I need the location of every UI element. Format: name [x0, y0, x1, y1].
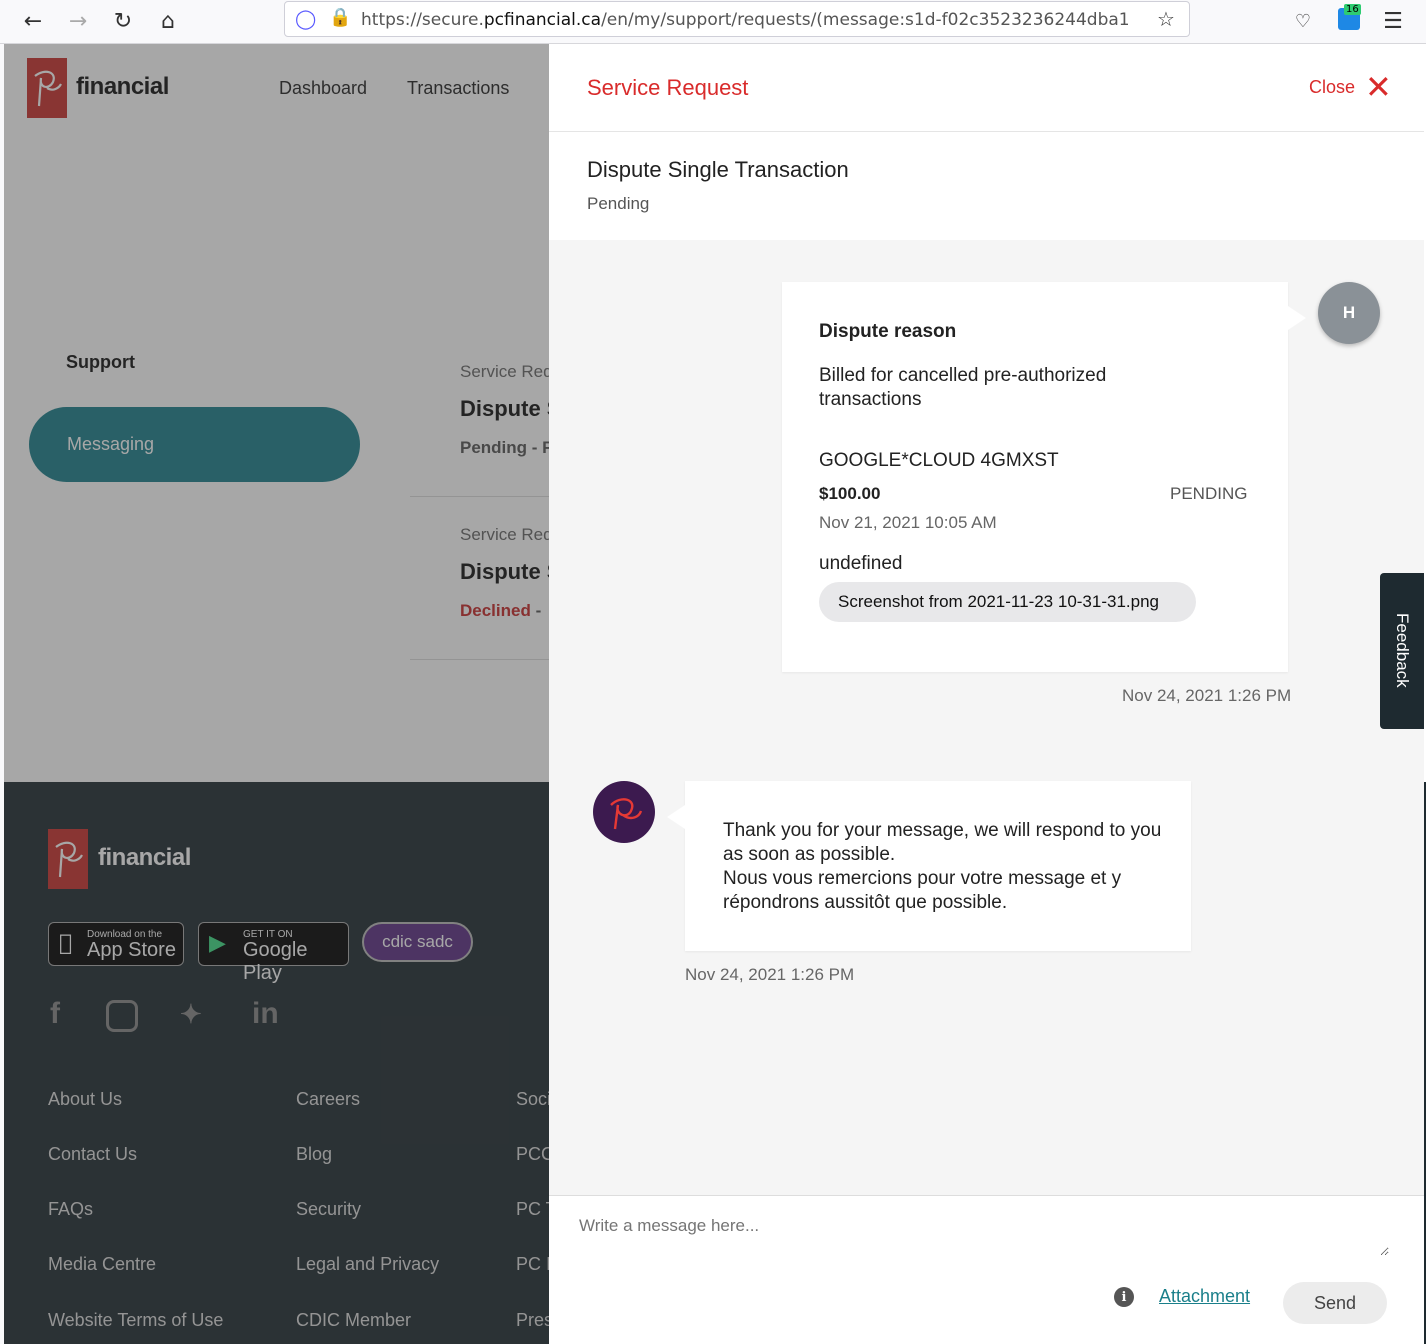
bookmark-star-icon[interactable]: ☆	[1157, 7, 1175, 31]
close-label: Close	[1309, 76, 1356, 97]
pocket-icon[interactable]: ♡	[1288, 6, 1318, 36]
merchant-name: GOOGLE*CLOUD 4GMXST	[819, 450, 1059, 471]
attachment-button[interactable]: Attachment	[1159, 1286, 1250, 1307]
user-message-card: Dispute reason Billed for cancelled pre-…	[782, 282, 1306, 672]
request-summary: Dispute Single Transaction Pending	[549, 132, 1424, 240]
message-timestamp: Nov 24, 2021 1:26 PM	[1122, 686, 1292, 705]
extension-icon[interactable]: 16	[1338, 4, 1361, 30]
transaction-amount: $100.00	[819, 484, 881, 503]
transaction-date: Nov 21, 2021 10:05 AM	[819, 513, 997, 532]
feedback-tab[interactable]: Feedback	[1380, 573, 1424, 729]
dispute-reason-heading: Dispute reason	[819, 321, 957, 342]
message-note: undefined	[819, 553, 903, 574]
bank-message-en: Thank you for your message, we will resp…	[723, 820, 1162, 865]
menu-icon[interactable]: ☰	[1378, 6, 1408, 36]
close-icon: ✕	[1365, 69, 1392, 105]
reload-icon[interactable]: ↻	[108, 6, 138, 36]
shield-icon[interactable]: ◯	[295, 8, 316, 30]
home-icon[interactable]: ⌂	[153, 6, 183, 36]
info-icon[interactable]: i	[1114, 1287, 1134, 1307]
close-button[interactable]: Close ✕	[1309, 69, 1392, 105]
avatar: H	[1318, 282, 1380, 344]
lock-icon[interactable]: 🔒	[329, 7, 351, 28]
extension-badge: 16	[1344, 4, 1361, 15]
bank-message-card: Thank you for your message, we will resp…	[667, 781, 1191, 951]
back-icon[interactable]: ←	[18, 6, 48, 36]
url-text[interactable]: https://secure.pcfinancial.ca/en/my/supp…	[361, 10, 1147, 30]
send-button[interactable]: Send	[1283, 1282, 1387, 1324]
browser-toolbar: ← → ↻ ⌂ ◯ 🔒 https://secure.pcfinancial.c…	[0, 0, 1426, 44]
request-status: Pending	[587, 194, 650, 213]
message-composer: i Attachment Send	[549, 1195, 1424, 1344]
modal-backdrop[interactable]	[4, 44, 549, 1344]
feedback-label: Feedback	[1393, 613, 1412, 688]
address-bar[interactable]: ◯ 🔒 https://secure.pcfinancial.ca/en/my/…	[284, 1, 1190, 37]
panel-title: Service Request	[587, 75, 749, 100]
message-timestamp: Nov 24, 2021 1:26 PM	[685, 965, 855, 984]
attachment-chip[interactable]: Screenshot from 2021-11-23 10-31-31.png	[819, 582, 1196, 622]
panel-header: Service Request Close ✕	[549, 44, 1424, 132]
service-request-panel: Service Request Close ✕ Dispute Single T…	[549, 44, 1424, 1344]
dispute-reason-text: Billed for cancelled pre-authorized tran…	[819, 365, 1107, 410]
bank-message-fr: Nous vous remercions pour votre message …	[723, 868, 1122, 913]
message-input[interactable]	[579, 1216, 1389, 1256]
attachment-filename: Screenshot from 2021-11-23 10-31-31.png	[838, 592, 1159, 611]
request-title: Dispute Single Transaction	[587, 157, 849, 182]
pc-avatar-icon	[593, 781, 655, 843]
forward-icon[interactable]: →	[63, 6, 93, 36]
transaction-status: PENDING	[1170, 484, 1248, 503]
